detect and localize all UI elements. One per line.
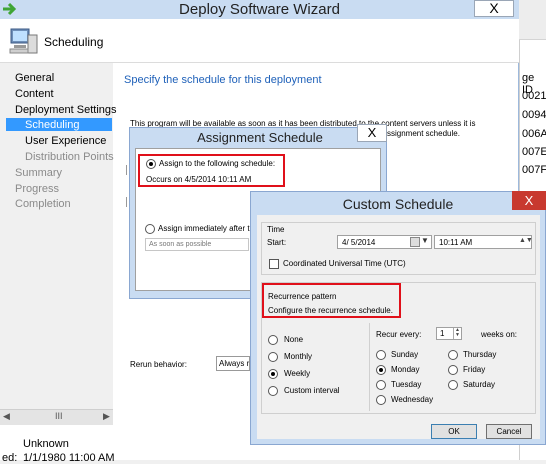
utc-checkbox[interactable] <box>269 259 279 269</box>
day-tuesday-radio[interactable] <box>376 380 386 390</box>
computer-icon <box>9 28 38 54</box>
assignment-dialog-title: Assignment Schedule <box>197 130 323 145</box>
details-value: Unknown <box>23 438 69 450</box>
day-tuesday-label[interactable]: Tuesday <box>391 380 421 389</box>
nav-item-progress[interactable]: Progress <box>15 183 59 195</box>
day-monday-radio[interactable] <box>376 365 386 375</box>
details-value: 1/1/1980 11:00 AM <box>23 452 115 464</box>
background-id-cell[interactable]: 007F <box>522 164 546 176</box>
day-friday-label[interactable]: Friday <box>463 365 485 374</box>
assignment-close-button[interactable]: X <box>357 124 387 142</box>
pattern-monthly-radio[interactable] <box>268 352 278 362</box>
calendar-icon[interactable] <box>410 237 420 247</box>
recur-every-label: Recur every: <box>376 330 422 339</box>
start-time-field[interactable]: 10:11 AM <box>434 235 532 249</box>
pattern-weekly-label[interactable]: Weekly <box>284 369 310 378</box>
time-spinner-icon[interactable]: ▲▼ <box>519 237 533 244</box>
day-friday-radio[interactable] <box>448 365 458 375</box>
wizard-close-button[interactable]: X <box>474 0 514 17</box>
nav-item-completion[interactable]: Completion <box>15 198 71 210</box>
day-wednesday-label[interactable]: Wednesday <box>391 395 433 404</box>
nav-item-general[interactable]: General <box>15 72 54 84</box>
content-heading: Specify the schedule for this deployment <box>124 74 322 86</box>
ok-button[interactable]: OK <box>431 424 477 439</box>
nav-item-scheduling[interactable]: Scheduling <box>25 119 79 131</box>
day-saturday-label[interactable]: Saturday <box>463 380 495 389</box>
pattern-monthly-label[interactable]: Monthly <box>284 352 312 361</box>
day-monday-label[interactable]: Monday <box>391 365 419 374</box>
pattern-weekly-radio[interactable] <box>268 369 278 379</box>
day-saturday-radio[interactable] <box>448 380 458 390</box>
background-id-cell[interactable]: 006A <box>522 128 546 140</box>
scroll-thumb[interactable]: III <box>55 411 63 421</box>
scroll-right-icon[interactable]: ▶ <box>103 411 110 422</box>
cancel-button[interactable]: Cancel <box>486 424 532 439</box>
day-thursday-label[interactable]: Thursday <box>463 350 496 359</box>
day-sunday-label[interactable]: Sunday <box>391 350 418 359</box>
rerun-behavior-label: Rerun behavior: <box>130 360 187 369</box>
background-id-cell[interactable]: 0021 <box>522 90 546 102</box>
rerun-behavior-select[interactable]: Always re <box>216 356 250 371</box>
custom-close-button[interactable]: X <box>512 191 546 210</box>
background-id-cell[interactable]: 0094 <box>522 109 546 121</box>
pattern-none-radio[interactable] <box>268 335 278 345</box>
utc-label[interactable]: Coordinated Universal Time (UTC) <box>283 259 406 268</box>
weeks-on-label: weeks on: <box>481 330 518 339</box>
day-wednesday-radio[interactable] <box>376 395 386 405</box>
day-sunday-radio[interactable] <box>376 350 386 360</box>
details-label: ed: <box>2 452 18 464</box>
pattern-none-label[interactable]: None <box>284 335 303 344</box>
nav-item-distribution-points[interactable]: Distribution Points <box>25 151 114 163</box>
highlight-box-recurrence <box>262 283 401 318</box>
scroll-left-icon[interactable]: ◀ <box>3 411 10 422</box>
assign-immediately-label[interactable]: Assign immediately after t <box>158 224 250 233</box>
nav-item-user-experience[interactable]: User Experience <box>25 135 106 147</box>
highlight-box-assignment <box>138 154 285 187</box>
time-group-label: Time <box>267 225 285 234</box>
custom-dialog-title: Custom Schedule <box>342 196 454 212</box>
nav-item-content[interactable]: Content <box>15 88 54 100</box>
page-title: Scheduling <box>44 35 104 49</box>
background-id-cell[interactable]: 007E <box>522 146 546 158</box>
wizard-title: Deploy Software Wizard <box>179 1 340 18</box>
content-info-text-tail: ssignment schedule. <box>387 129 460 138</box>
start-label: Start: <box>267 238 287 247</box>
day-thursday-radio[interactable] <box>448 350 458 360</box>
pattern-custom-radio[interactable] <box>268 386 278 396</box>
background-toolbar <box>519 0 546 40</box>
as-soon-as-possible-field[interactable]: As soon as possible <box>145 238 249 251</box>
assign-immediately-radio[interactable] <box>145 224 155 234</box>
nav-item-summary[interactable]: Summary <box>15 167 62 179</box>
chevron-down-icon[interactable]: ▼ <box>421 236 429 245</box>
stepper-arrows-icon[interactable]: ▲ ▼ <box>453 328 461 339</box>
nav-item-deployment-settings[interactable]: Deployment Settings <box>15 104 117 116</box>
recurrence-divider <box>369 323 370 411</box>
pattern-custom-label[interactable]: Custom interval <box>284 386 340 395</box>
